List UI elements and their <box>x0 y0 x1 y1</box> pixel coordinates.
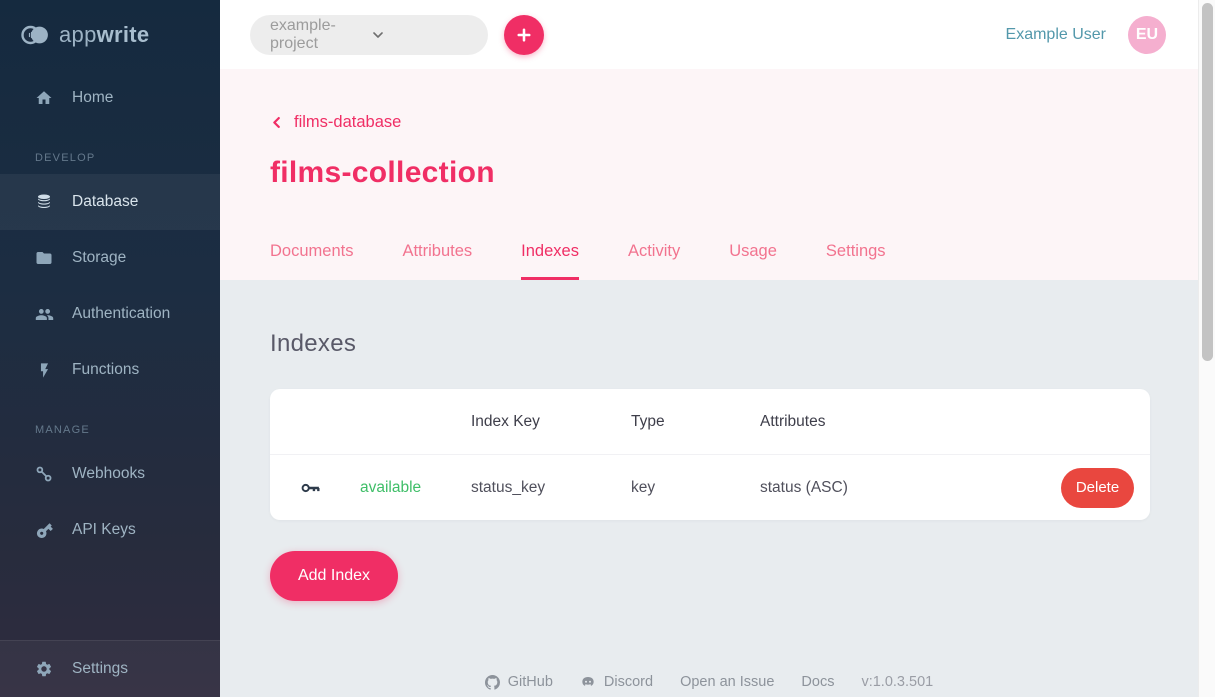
sidebar-item-label: Database <box>72 193 138 211</box>
user-profile-link[interactable]: Example User <box>1006 26 1106 44</box>
docs-link[interactable]: Docs <box>801 674 834 690</box>
key-icon <box>34 520 54 540</box>
sidebar-item-label: Settings <box>72 660 128 678</box>
link-icon <box>34 464 54 484</box>
sidebar-section-manage: MANAGE <box>0 398 220 446</box>
topbar: example-project Example User EU <box>220 0 1198 69</box>
page-scrollbar[interactable] <box>1198 0 1215 697</box>
page-title: films-collection <box>270 152 1198 194</box>
key-icon <box>300 477 360 499</box>
appwrite-logo-text: appwrite <box>59 22 149 48</box>
sidebar-section-develop: DEVELOP <box>0 126 220 174</box>
col-index-key: Index Key <box>471 413 631 431</box>
sidebar-item-storage[interactable]: Storage <box>0 230 220 286</box>
sidebar-item-label: Storage <box>72 249 126 267</box>
indexes-table: Index Key Type Attributes available stat… <box>270 389 1150 520</box>
github-link[interactable]: GitHub <box>485 674 553 690</box>
version-label: v:1.0.3.501 <box>861 674 933 690</box>
add-project-button[interactable] <box>504 15 544 55</box>
lightning-icon <box>34 360 54 380</box>
folder-icon <box>34 248 54 268</box>
tab-settings[interactable]: Settings <box>826 242 886 280</box>
cell-attributes: status (ASC) <box>760 479 1046 497</box>
section-heading: Indexes <box>270 280 1150 358</box>
tab-activity[interactable]: Activity <box>628 242 680 280</box>
col-attributes: Attributes <box>760 413 1046 431</box>
table-header-row: Index Key Type Attributes <box>270 389 1150 454</box>
sidebar-spacer <box>0 558 220 640</box>
cell-index-key: status_key <box>471 479 631 497</box>
gear-icon <box>34 659 54 679</box>
table-row: available status_key key status (ASC) De… <box>270 454 1150 520</box>
add-index-button[interactable]: Add Index <box>270 551 398 601</box>
delete-button[interactable]: Delete <box>1061 468 1134 508</box>
github-label: GitHub <box>508 674 553 690</box>
sidebar-item-api-keys[interactable]: API Keys <box>0 502 220 558</box>
breadcrumb[interactable]: films-database <box>270 69 401 132</box>
sidebar-item-label: Authentication <box>72 305 170 323</box>
scrollbar-thumb[interactable] <box>1202 3 1213 361</box>
sidebar-item-label: API Keys <box>72 521 136 539</box>
sidebar-item-authentication[interactable]: Authentication <box>0 286 220 342</box>
status-badge: available <box>360 479 471 497</box>
sidebar-item-home[interactable]: Home <box>0 70 220 126</box>
col-type: Type <box>631 413 760 431</box>
footer: GitHub Discord Open an Issue Docs v:1.0.… <box>220 669 1198 695</box>
discord-icon <box>580 674 596 690</box>
open-issue-link[interactable]: Open an Issue <box>680 674 774 690</box>
breadcrumb-label: films-database <box>294 113 401 132</box>
sidebar: appwrite Home DEVELOP Database Storage A… <box>0 0 220 697</box>
tab-attributes[interactable]: Attributes <box>402 242 472 280</box>
cell-type: key <box>631 479 760 497</box>
appwrite-logo-icon <box>20 23 50 47</box>
main-area: films-database films-collection Document… <box>220 69 1198 697</box>
sidebar-item-settings[interactable]: Settings <box>0 640 220 697</box>
sidebar-item-label: Home <box>72 89 113 107</box>
content-area: Indexes Index Key Type Attributes a <box>220 280 1198 697</box>
chevron-left-icon <box>270 115 294 130</box>
users-icon <box>34 304 54 324</box>
tab-documents[interactable]: Documents <box>270 242 353 280</box>
tab-indexes[interactable]: Indexes <box>521 242 579 280</box>
home-icon <box>34 88 54 108</box>
discord-label: Discord <box>604 674 653 690</box>
project-selector[interactable]: example-project <box>250 15 488 55</box>
sidebar-item-database[interactable]: Database <box>0 174 220 230</box>
avatar[interactable]: EU <box>1128 16 1166 54</box>
appwrite-logo[interactable]: appwrite <box>0 0 220 70</box>
project-selector-value: example-project <box>270 17 370 53</box>
sidebar-item-label: Functions <box>72 361 139 379</box>
sidebar-item-webhooks[interactable]: Webhooks <box>0 446 220 502</box>
github-icon <box>485 675 500 690</box>
sidebar-item-functions[interactable]: Functions <box>0 342 220 398</box>
database-icon <box>34 192 54 212</box>
chevron-down-icon <box>370 27 470 43</box>
discord-link[interactable]: Discord <box>580 674 653 690</box>
tab-bar: Documents Attributes Indexes Activity Us… <box>270 242 886 280</box>
tab-usage[interactable]: Usage <box>729 242 777 280</box>
sidebar-item-label: Webhooks <box>72 465 145 483</box>
collection-header: films-database films-collection Document… <box>220 69 1198 280</box>
plus-icon <box>515 26 533 44</box>
